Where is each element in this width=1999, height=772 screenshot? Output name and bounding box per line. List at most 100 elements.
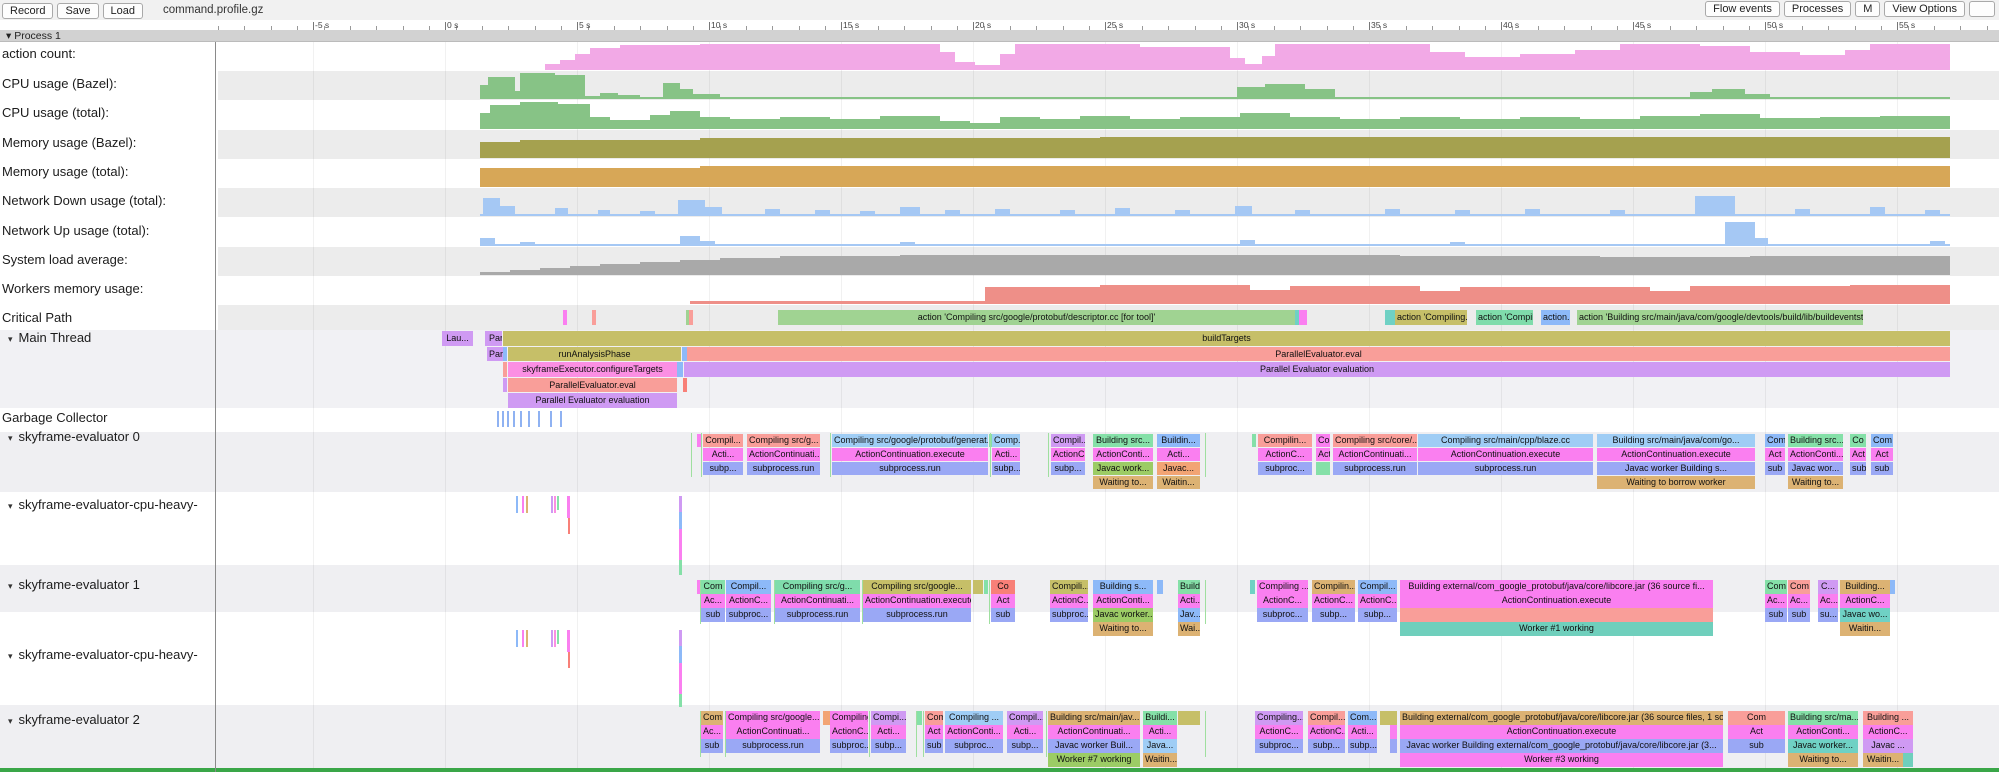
toolbar-button-record[interactable]: Record	[2, 3, 53, 19]
micro-event-tick[interactable]	[774, 580, 775, 624]
event-bar-main-thread-r3[interactable]	[683, 378, 687, 393]
event-bar-skyframe-evaluator-0-r1[interactable]: Act	[1850, 448, 1866, 462]
micro-event-tick[interactable]	[679, 496, 682, 512]
event-bar-skyframe-evaluator-1-r0[interactable]: Compil...	[1358, 580, 1397, 594]
event-bar-skyframe-evaluator-2-r1[interactable]	[1390, 725, 1397, 739]
thread-label-main-thread[interactable]: ▾Main Thread	[8, 330, 91, 345]
micro-event-tick[interactable]	[691, 433, 692, 477]
event-bar-critical-path[interactable]: action 'Compili...	[1476, 310, 1533, 325]
event-bar-skyframe-evaluator-2-r1[interactable]: ActionC...	[1863, 725, 1913, 739]
micro-event-tick[interactable]	[1046, 711, 1047, 757]
micro-event-tick[interactable]	[554, 630, 556, 647]
event-bar-skyframe-evaluator-2-r0[interactable]: Compiling...	[1255, 711, 1303, 725]
event-bar-skyframe-evaluator-2-r0[interactable]: Com	[1728, 711, 1785, 725]
thread-label-skyframe-evaluator-cpu-heavy-[interactable]: ▾skyframe-evaluator-cpu-heavy-	[8, 497, 198, 512]
event-bar-skyframe-evaluator-1-r0[interactable]	[1157, 580, 1163, 594]
event-bar-skyframe-evaluator-2-r2[interactable]: subprocess.run	[726, 739, 820, 753]
event-bar-skyframe-evaluator-0-r1[interactable]: Acti...	[703, 448, 743, 462]
event-bar-skyframe-evaluator-0-r2[interactable]: subp...	[992, 462, 1020, 476]
event-bar-skyframe-evaluator-2-r0[interactable]: Building src/ma...	[1788, 711, 1858, 725]
event-bar-skyframe-evaluator-2-r0[interactable]: Compiling src/google...	[726, 711, 820, 725]
event-bar-skyframe-evaluator-0-r0[interactable]: Compiling src/core/...	[1333, 434, 1417, 448]
event-bar-skyframe-evaluator-2-r2[interactable]	[1390, 739, 1397, 753]
event-bar-skyframe-evaluator-1-r1[interactable]: Act	[991, 594, 1015, 608]
micro-event-tick[interactable]	[679, 663, 682, 694]
event-bar-main-thread-r4[interactable]: Parallel Evaluator evaluation	[508, 393, 677, 408]
micro-event-tick[interactable]	[560, 411, 562, 427]
event-bar-skyframe-evaluator-1-r0[interactable]: Compiling ...	[1257, 580, 1308, 594]
event-bar-skyframe-evaluator-2-r1[interactable]: ActionC...	[830, 725, 868, 739]
event-bar-skyframe-evaluator-0-r2[interactable]: subp...	[1051, 462, 1085, 476]
event-bar-skyframe-evaluator-2-r2[interactable]: subp...	[1348, 739, 1377, 753]
event-bar-skyframe-evaluator-0-r0[interactable]: Building src...	[1093, 434, 1153, 448]
event-bar-skyframe-evaluator-0-r0[interactable]: Compiling src/g...	[747, 434, 820, 448]
event-bar-skyframe-evaluator-1-r1[interactable]: ActionC...	[1257, 594, 1308, 608]
toolbar-button-save[interactable]: Save	[57, 3, 98, 19]
micro-event-tick[interactable]	[502, 411, 504, 427]
event-bar-skyframe-evaluator-0-r0[interactable]: Co	[1850, 434, 1866, 448]
event-bar-skyframe-evaluator-0-r0[interactable]: Compiling src/google/protobuf/generat...	[832, 434, 988, 448]
event-bar-skyframe-evaluator-1-r3[interactable]: Worker #1 working	[1400, 622, 1713, 636]
event-bar-skyframe-evaluator-1-r0[interactable]: Compil...	[726, 580, 771, 594]
event-bar-skyframe-evaluator-0-r3[interactable]: Waiting to...	[1788, 476, 1843, 490]
event-bar-skyframe-evaluator-1-r1[interactable]: ActionContinuation.execute	[863, 594, 971, 608]
event-bar-main-thread-r0[interactable]: buildTargets	[503, 331, 1950, 346]
micro-event-tick[interactable]	[557, 630, 559, 644]
event-bar-skyframe-evaluator-0-r2[interactable]: subproc...	[1258, 462, 1312, 476]
event-bar-main-thread-r1[interactable]: Par	[487, 347, 503, 362]
event-bar-skyframe-evaluator-1-r0[interactable]	[1890, 580, 1895, 594]
event-bar-skyframe-evaluator-2-r0[interactable]: Compil...	[1007, 711, 1043, 725]
event-bar-skyframe-evaluator-1-r2[interactable]: subp...	[1312, 608, 1355, 622]
event-bar-skyframe-evaluator-0-r2[interactable]: subp...	[703, 462, 743, 476]
event-bar-skyframe-evaluator-2-r2[interactable]: Javac worker Buil...	[1048, 739, 1140, 753]
event-bar-main-thread-r0[interactable]: Par	[487, 331, 502, 346]
micro-event-tick[interactable]	[679, 560, 682, 575]
event-bar-critical-path[interactable]: action 'Compiling...	[1395, 310, 1467, 325]
event-bar-skyframe-evaluator-0-r1[interactable]: ActionContinuati...	[747, 448, 820, 462]
event-bar-main-thread-r3[interactable]: ParallelEvaluator.eval	[508, 378, 677, 393]
event-bar-skyframe-evaluator-2-r1[interactable]: Acti...	[1348, 725, 1377, 739]
event-bar-skyframe-evaluator-2-r2[interactable]: Javac ...	[1863, 739, 1913, 753]
event-bar-critical-path[interactable]	[1385, 310, 1395, 325]
event-bar-skyframe-evaluator-0-r0[interactable]	[1252, 434, 1256, 448]
event-bar-skyframe-evaluator-1-r3[interactable]: Wai...	[1178, 622, 1200, 636]
event-bar-skyframe-evaluator-2-r0[interactable]: Com	[925, 711, 943, 725]
event-bar-skyframe-evaluator-1-r0[interactable]: Com	[701, 580, 725, 594]
event-bar-skyframe-evaluator-2-r1[interactable]: Act	[1728, 725, 1785, 739]
event-bar-skyframe-evaluator-2-r1[interactable]: Acti...	[1143, 725, 1177, 739]
event-bar-skyframe-evaluator-2-r0[interactable]	[1380, 711, 1397, 725]
event-bar-skyframe-evaluator-1-r1[interactable]: Acti...	[1178, 594, 1200, 608]
event-bar-skyframe-evaluator-1-r2[interactable]: Jav...	[1178, 608, 1200, 622]
event-bar-skyframe-evaluator-0-r1[interactable]: ActionContinuation.execute	[1418, 448, 1593, 462]
micro-event-tick[interactable]	[513, 411, 515, 427]
event-bar-main-thread-r0[interactable]: Lau...	[442, 331, 473, 346]
event-bar-skyframe-evaluator-2-r1[interactable]: ActionConti...	[1788, 725, 1858, 739]
event-bar-skyframe-evaluator-0-r0[interactable]: Building src...	[1788, 434, 1843, 448]
event-bar-skyframe-evaluator-1-r1[interactable]: ActionConti...	[1093, 594, 1153, 608]
event-bar-critical-path[interactable]	[689, 310, 693, 325]
collapse-arrow-icon[interactable]: ▾	[8, 651, 13, 661]
event-bar-skyframe-evaluator-2-r0[interactable]: Buildi...	[1143, 711, 1177, 725]
thread-label-skyframe-evaluator-cpu-heavy-[interactable]: ▾skyframe-evaluator-cpu-heavy-	[8, 647, 198, 662]
event-bar-skyframe-evaluator-1-r1[interactable]: ActionC...	[1312, 594, 1355, 608]
event-bar-skyframe-evaluator-1-r1[interactable]: ActionC...	[1358, 594, 1397, 608]
event-bar-skyframe-evaluator-2-r1[interactable]: ActionC...	[1308, 725, 1345, 739]
micro-event-tick[interactable]	[538, 411, 540, 427]
event-bar-skyframe-evaluator-2-r1[interactable]: ActionConti...	[945, 725, 1003, 739]
event-bar-skyframe-evaluator-0-r0[interactable]: Compil...	[1051, 434, 1085, 448]
event-bar-skyframe-evaluator-1-r0[interactable]: Build...	[1178, 580, 1200, 594]
event-bar-skyframe-evaluator-1-r1[interactable]: ActionC...	[1050, 594, 1088, 608]
event-bar-skyframe-evaluator-0-r2[interactable]: sub	[1850, 462, 1866, 476]
thread-label-skyframe-evaluator-0[interactable]: ▾skyframe-evaluator 0	[8, 429, 140, 444]
collapse-arrow-icon[interactable]: ▾	[8, 501, 13, 511]
event-bar-skyframe-evaluator-1-r2[interactable]: subproc...	[1257, 608, 1308, 622]
event-bar-skyframe-evaluator-2-r2[interactable]: subp...	[871, 739, 906, 753]
toolbar-button-flow-events[interactable]: Flow events	[1705, 1, 1780, 17]
micro-event-tick[interactable]	[1205, 433, 1206, 477]
event-bar-skyframe-evaluator-0-r0[interactable]: Compil...	[703, 434, 743, 448]
micro-event-tick[interactable]	[550, 411, 552, 427]
event-bar-skyframe-evaluator-1-r1[interactable]: ActionContinuati...	[775, 594, 860, 608]
event-bar-skyframe-evaluator-1-r1[interactable]: Ac...	[1818, 594, 1838, 608]
micro-event-tick[interactable]	[830, 433, 831, 477]
event-bar-skyframe-evaluator-2-r1[interactable]: Acti...	[871, 725, 906, 739]
